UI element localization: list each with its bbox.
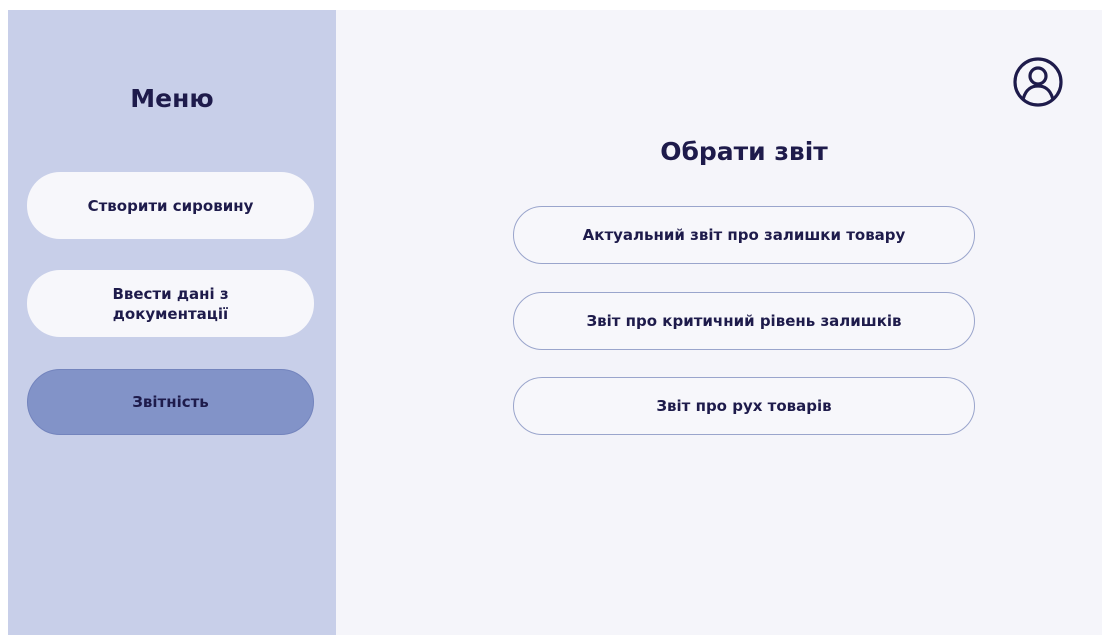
- app-window: Меню Створити сировину Ввести дані з док…: [8, 10, 1102, 635]
- report-critical-stock-button[interactable]: Звіт про критичний рівень залишків: [513, 292, 975, 350]
- sidebar-item-reports[interactable]: Звітність: [27, 369, 314, 435]
- sidebar-item-enter-documentation[interactable]: Ввести дані з документації: [27, 270, 314, 337]
- report-current-stock-button[interactable]: Актуальний звіт про залишки товару: [513, 206, 975, 264]
- sidebar-item-create-raw-material[interactable]: Створити сировину: [27, 172, 314, 239]
- user-circle-icon[interactable]: [1012, 56, 1064, 108]
- report-goods-movement-button[interactable]: Звіт про рух товарів: [513, 377, 975, 435]
- sidebar: Меню Створити сировину Ввести дані з док…: [8, 10, 336, 635]
- page-title: Обрати звіт: [660, 137, 828, 166]
- sidebar-title: Меню: [130, 84, 214, 113]
